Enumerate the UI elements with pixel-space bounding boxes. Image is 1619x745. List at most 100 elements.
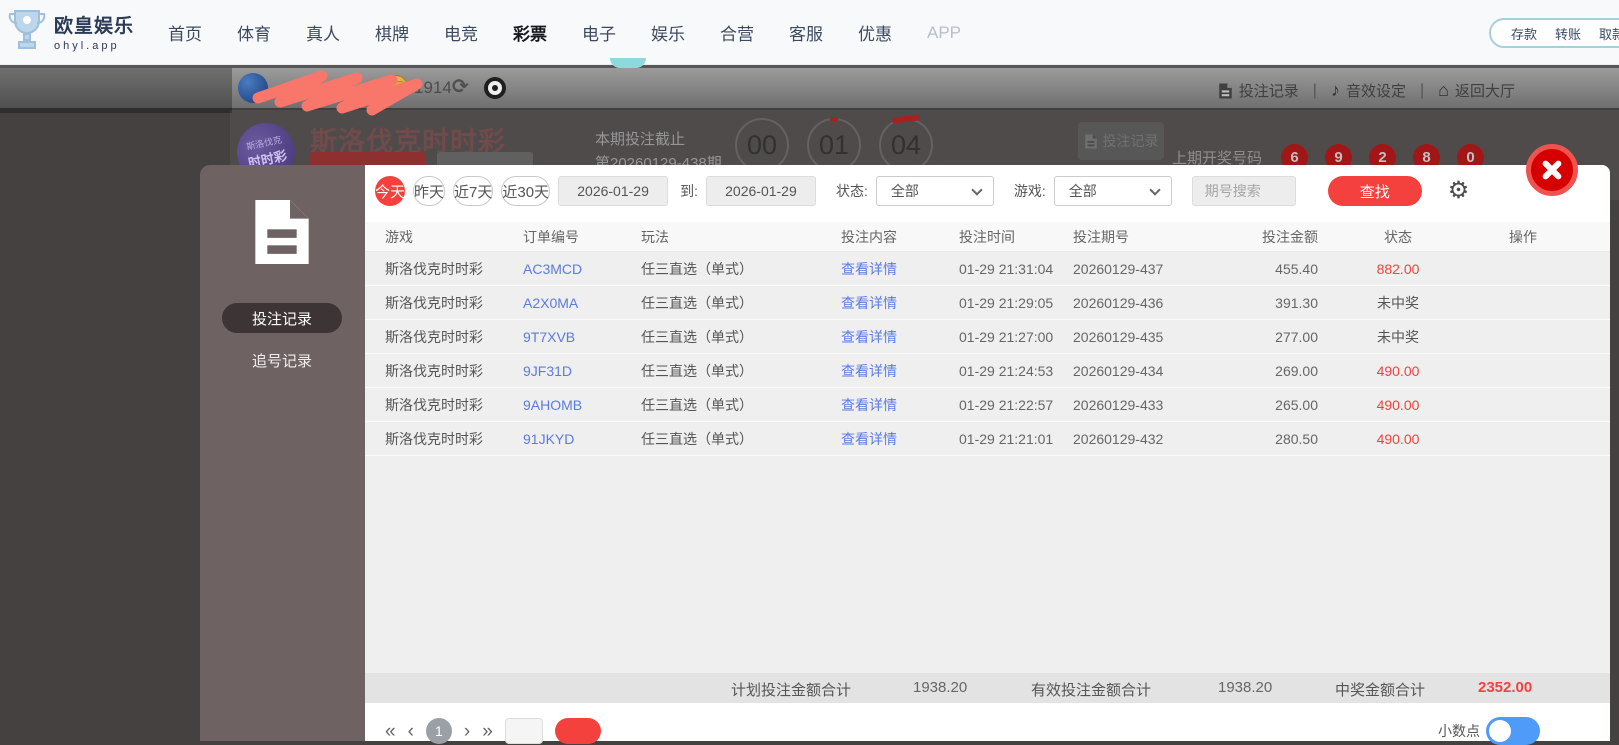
nav-item[interactable]: 客服 — [781, 16, 831, 49]
toolbar-sound-settings[interactable]: ♪ 音效设定 — [1331, 80, 1406, 101]
top-navbar: 欧皇娱乐 ohyl.app 首页 体育 真人 棋牌 电竞 彩票 电子 娱乐 合营 客服 优惠 APP … — [0, 0, 1619, 68]
bet-record-button-behind[interactable]: 投注记录 — [1078, 122, 1164, 160]
view-details-link[interactable]: 查看详情 — [841, 259, 959, 279]
status-value: 490.00 — [1376, 362, 1420, 379]
page-jump-input[interactable] — [504, 718, 543, 744]
partial-grey-button[interactable] — [437, 152, 533, 166]
plan-total-value: 1938.20 — [913, 679, 968, 696]
close-icon — [1540, 158, 1564, 182]
refresh-icon[interactable]: ⟳ — [452, 74, 469, 99]
records-modal: 今天昨天近7天近30天 到: 状态: 全部 游戏: 全部 查找 ⚙ 游戏 订单编… — [365, 165, 1610, 745]
sidebar-item-chase-records[interactable]: 追号记录 — [222, 345, 342, 375]
records-modal-sidebar: 投注记录 追号记录 — [200, 165, 365, 741]
table-row: 斯洛伐克时时彩 A2X0MA 任三直选（单式） 查看详情 01-29 21:29… — [365, 286, 1610, 320]
chevron-down-icon — [971, 184, 983, 196]
last-page-icon[interactable]: » — [482, 722, 493, 741]
decimal-toggle-label: 小数点 — [1438, 723, 1480, 739]
wallet-action[interactable]: 取款 — [1599, 24, 1619, 43]
date-to-input[interactable] — [705, 176, 816, 206]
quick-date-filter[interactable]: 昨天 — [413, 176, 446, 206]
order-id-link[interactable]: AC3MCD — [523, 261, 641, 277]
table-row: 斯洛伐克时时彩 AC3MCD 任三直选（单式） 查看详情 01-29 21:31… — [365, 252, 1610, 286]
table-row: 斯洛伐克时时彩 91JKYD 任三直选（单式） 查看详情 01-29 21:21… — [365, 422, 1610, 456]
totals-bar: 计划投注金额合计 1938.20 有效投注金额合计 1938.20 中奖金额合计… — [365, 673, 1610, 703]
view-details-link[interactable]: 查看详情 — [841, 361, 959, 381]
valid-total-value: 1938.20 — [1218, 679, 1273, 696]
view-details-link[interactable]: 查看详情 — [841, 395, 959, 415]
separator: | — [1419, 81, 1425, 99]
music-note-icon: ♪ — [1330, 80, 1340, 100]
nav-item[interactable]: 电竞 — [436, 16, 486, 49]
wallet-action[interactable]: 转账 — [1555, 24, 1581, 43]
search-button[interactable]: 查找 — [1327, 176, 1422, 206]
table-row: 斯洛伐克时时彩 9JF31D 任三直选（单式） 查看详情 01-29 21:24… — [365, 354, 1610, 388]
status-label: 状态: — [835, 183, 868, 199]
filter-bar: 今天昨天近7天近30天 到: 状态: 全部 游戏: 全部 查找 ⚙ — [375, 176, 1469, 206]
valid-total-label: 有效投注金额合计 — [1031, 682, 1152, 699]
toolbar-return-lobby[interactable]: ⌂ 返回大厅 — [1438, 80, 1515, 101]
game-select[interactable]: 全部 — [1053, 176, 1172, 206]
nav-item[interactable]: 首页 — [160, 16, 210, 49]
sidebar-item-bet-records[interactable]: 投注记录 — [222, 303, 342, 333]
eye-icon[interactable] — [484, 77, 506, 99]
toolbar-bet-records[interactable]: 投注记录 — [1218, 80, 1299, 101]
page-jump-button[interactable] — [554, 718, 601, 744]
redaction-scribble — [252, 70, 423, 116]
to-label: 到: — [680, 183, 698, 199]
pagination-bar: « ‹ 1 › » 小数点 — [365, 703, 1610, 745]
status-select[interactable]: 全部 — [875, 176, 994, 206]
quick-date-filter[interactable]: 近7天 — [453, 176, 494, 206]
close-button[interactable] — [1526, 144, 1578, 196]
gear-icon[interactable]: ⚙ — [1448, 179, 1470, 203]
view-details-link[interactable]: 查看详情 — [841, 293, 959, 313]
game-label: 游戏: — [1013, 183, 1046, 199]
nav-item[interactable]: 优惠 — [850, 16, 900, 49]
status-value: 490.00 — [1376, 430, 1420, 447]
period-search-input[interactable] — [1191, 176, 1296, 206]
brand-logo[interactable]: 欧皇娱乐 ohyl.app — [8, 8, 134, 54]
trophy-icon — [8, 10, 46, 49]
nav-item[interactable]: 合营 — [712, 16, 762, 49]
quick-date-filter[interactable]: 近30天 — [501, 176, 551, 206]
table-row: 斯洛伐克时时彩 9T7XVB 任三直选（单式） 查看详情 01-29 21:27… — [365, 320, 1610, 354]
deadline-label: 本期投注截止 — [595, 131, 686, 148]
countdown: 00 01 04 — [735, 117, 933, 172]
wallet-actions: 存款 转账 取款 — [1488, 18, 1619, 48]
order-id-link[interactable]: A2X0MA — [523, 295, 641, 311]
current-page-badge[interactable]: 1 — [425, 718, 452, 744]
win-total-label: 中奖金额合计 — [1335, 682, 1426, 699]
order-id-link[interactable]: 9JF31D — [523, 363, 641, 379]
logo-subtitle: ohyl.app — [54, 39, 120, 52]
first-page-icon[interactable]: « — [385, 722, 396, 741]
pager: « ‹ 1 › » — [385, 718, 601, 744]
quick-date-filter[interactable]: 今天 — [375, 176, 406, 206]
view-details-link[interactable]: 查看详情 — [841, 327, 959, 347]
nav-item[interactable]: APP — [919, 19, 969, 47]
nav-item[interactable]: 真人 — [298, 16, 348, 49]
decoration-bubble — [610, 58, 646, 68]
status-value: 882.00 — [1376, 260, 1420, 277]
nav-item[interactable]: 电子 — [574, 16, 624, 49]
order-id-link[interactable]: 9AHOMB — [523, 397, 641, 413]
countdown-digit: 01 — [807, 117, 861, 172]
chevron-down-icon — [1149, 184, 1161, 196]
nav-item[interactable]: 娱乐 — [643, 16, 693, 49]
status-value: 490.00 — [1376, 396, 1420, 413]
status-value: 未中奖 — [1377, 328, 1419, 345]
next-page-icon[interactable]: › — [464, 722, 470, 741]
nav-item[interactable]: 彩票 — [505, 16, 555, 49]
partial-red-button[interactable] — [310, 152, 425, 166]
order-id-link[interactable]: 91JKYD — [523, 431, 641, 447]
wallet-action[interactable]: 存款 — [1511, 24, 1537, 43]
status-value: 未中奖 — [1377, 294, 1419, 311]
view-details-link[interactable]: 查看详情 — [841, 429, 959, 449]
countdown-digit: 00 — [735, 118, 789, 172]
nav-item[interactable]: 棋牌 — [367, 16, 417, 49]
nav-item[interactable]: 体育 — [229, 16, 279, 49]
date-from-input[interactable] — [558, 176, 669, 206]
table-header: 游戏 订单编号 玩法 投注内容 投注时间 投注期号 投注金额 状态 操作 — [365, 222, 1610, 252]
order-id-link[interactable]: 9T7XVB — [523, 329, 641, 345]
records-document-icon — [255, 200, 309, 264]
document-icon — [1084, 134, 1097, 148]
prev-page-icon[interactable]: ‹ — [408, 722, 414, 741]
